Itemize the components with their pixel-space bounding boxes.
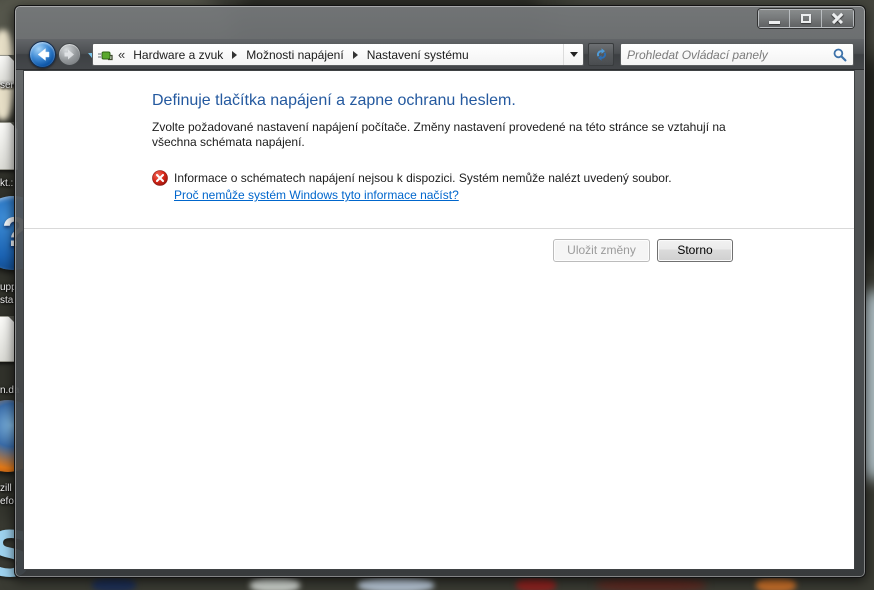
search-icon[interactable] [833,48,847,62]
content-divider [24,228,854,229]
background-blob [92,578,136,590]
breadcrumb-separator-icon[interactable] [232,50,238,59]
minimize-icon [768,21,780,24]
background-blob [596,578,706,590]
close-button[interactable] [822,9,854,28]
desktop-icon-label: kt.: [0,178,14,189]
desktop-icon-label: sta [0,295,14,306]
breadcrumb-item-power-options[interactable]: Možnosti napájení [244,48,345,62]
arrow-right-icon [64,49,74,60]
control-panel-window: « Hardware a zvuk Možnosti napájení Nast… [14,5,866,578]
cancel-button[interactable]: Storno [657,239,733,262]
search-input[interactable] [621,47,833,62]
breadcrumb-separator-icon[interactable] [352,50,358,59]
back-button[interactable] [29,41,56,68]
page-description: Zvolte požadované nastavení napájení poč… [152,120,726,149]
background-blob [250,578,300,590]
minimize-button[interactable] [758,9,790,28]
search-box [620,43,854,66]
title-bar[interactable] [15,6,865,39]
forward-button[interactable] [58,43,81,66]
maximize-icon [800,14,811,23]
arrow-left-icon [37,47,50,62]
error-icon [152,170,168,186]
maximize-button[interactable] [790,9,822,28]
page-content: Definuje tlačítka napájení a zapne ochra… [23,70,855,570]
close-icon [831,12,844,25]
desktop-icon-label: ser [0,80,14,91]
desktop-icon-label: zill [0,483,12,494]
chevron-down-icon [569,52,578,57]
address-dropdown-button[interactable] [563,44,583,65]
navigation-bar: « Hardware a zvuk Možnosti napájení Nast… [16,39,864,70]
breadcrumb-item-hardware[interactable]: Hardware a zvuk [131,48,225,62]
background-blob [358,578,434,590]
breadcrumb-overflow-icon[interactable]: « [118,47,125,62]
error-help-link[interactable]: Proč nemůže systém Windows tyto informac… [174,188,459,202]
breadcrumb-item-system-settings[interactable]: Nastavení systému [365,48,471,62]
address-bar[interactable]: « Hardware a zvuk Možnosti napájení Nast… [92,43,584,66]
power-options-icon [97,47,113,63]
page-title: Definuje tlačítka napájení a zapne ochra… [152,92,516,109]
save-changes-button[interactable]: Uložit změny [553,239,650,262]
refresh-icon [596,48,606,61]
background-blob [756,578,796,590]
caption-button-group [758,9,854,28]
error-message: Informace o schématech napájení nejsou k… [174,171,672,185]
refresh-button[interactable] [588,43,614,66]
background-blob [516,578,556,590]
